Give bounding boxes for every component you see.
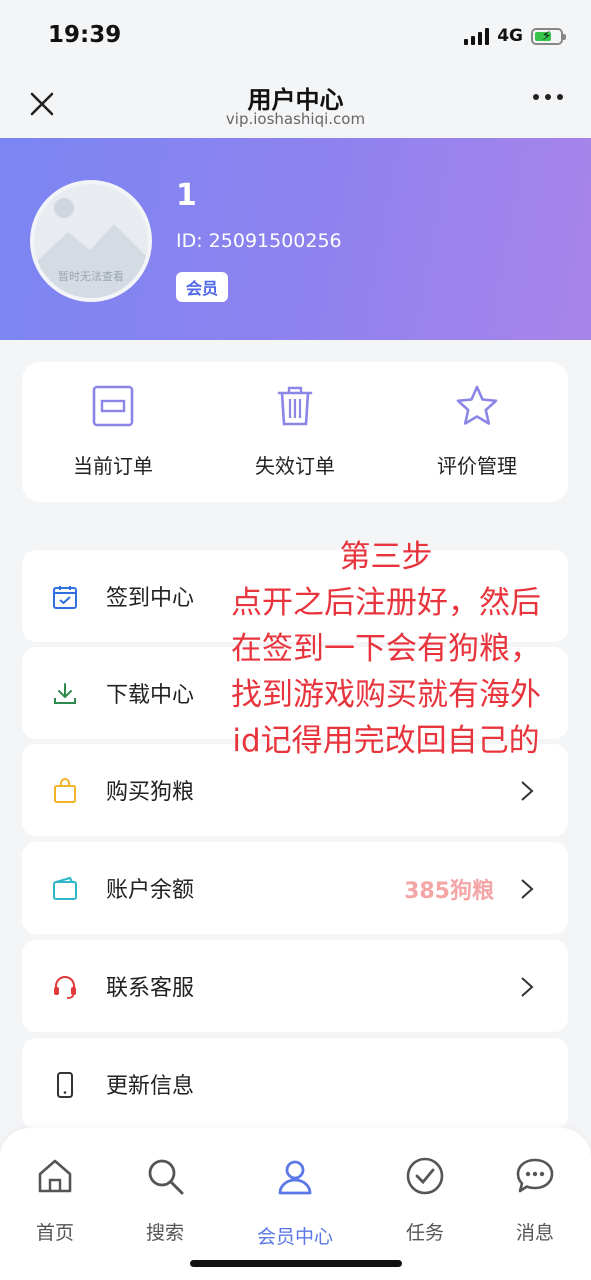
annotation-line: 点开之后注册好，然后 [231,585,541,621]
member-badge: 会员 [176,272,229,302]
tab-label: 首页 [35,1222,74,1244]
tab-label: 会员中心 [256,1226,333,1248]
star-icon [456,385,498,425]
bottom-tab-bar: 首页 搜索 会员中心 任务 消息 [0,1128,591,1280]
status-time: 19:39 [48,22,122,48]
calendar-icon [53,586,77,609]
tab-tasks[interactable]: 任务 [366,1128,484,1258]
tab-search[interactable]: 搜索 [106,1128,224,1258]
review-management-label: 评价管理 [437,454,517,478]
chat-icon [516,1158,554,1193]
tab-home[interactable]: 首页 [0,1128,114,1258]
review-management-button[interactable]: 评价管理 [386,362,568,502]
chevron-right-icon [521,977,534,997]
headset-icon [54,976,76,999]
tab-label: 搜索 [145,1222,184,1244]
tab-member-center[interactable]: 会员中心 [236,1128,354,1258]
menu-item-balance[interactable]: 账户余额 385狗粮 [22,842,568,934]
expired-orders-button[interactable]: 失效订单 [204,362,386,502]
menu-label: 下载中心 [106,683,195,708]
home-indicator [190,1260,402,1267]
user-icon [278,1160,312,1195]
order-icon [92,385,134,427]
trash-icon [277,386,313,426]
tab-label: 任务 [405,1222,444,1244]
orders-card: 当前订单 失效订单 评价管理 [22,362,568,502]
avatar[interactable]: 暂时无法查看 [30,180,152,302]
username: 1 [176,178,197,213]
tab-label: 消息 [515,1222,554,1244]
annotation-line: 第三步 [339,539,433,575]
check-circle-icon [406,1157,444,1195]
balance-value: 385狗粮 [404,879,494,904]
avatar-placeholder-text: 暂时无法查看 [58,270,124,283]
annotation-line: id记得用完改回自己的 [232,723,540,759]
user-id: ID: 25091500256 [176,230,342,252]
search-icon [148,1159,184,1195]
phone-icon [57,1072,73,1098]
more-icon[interactable] [533,94,563,100]
menu-label: 账户余额 [106,878,195,903]
chevron-right-icon [521,781,534,801]
menu-label: 购买狗粮 [106,780,195,805]
status-bar: 19:39 4G ⚡ [0,0,591,72]
home-icon [38,1159,72,1193]
network-type: 4G [497,26,523,46]
menu-item-update-info[interactable]: 更新信息 [22,1038,568,1130]
status-indicators: 4G ⚡ [464,26,566,46]
tab-messages[interactable]: 消息 [476,1128,591,1258]
chevron-right-icon [521,879,534,899]
page-url: vip.ioshashiqi.com [225,110,366,128]
menu-item-support[interactable]: 联系客服 [22,940,568,1032]
profile-banner: 暂时无法查看 1 ID: 25091500256 会员 [0,138,591,340]
annotation-line: 找到游戏购买就有海外 [231,677,541,713]
wallet-icon [53,876,77,900]
battery-icon: ⚡ [531,27,566,45]
expired-orders-label: 失效订单 [255,454,335,478]
menu-label: 更新信息 [106,1074,195,1099]
menu-label: 联系客服 [106,976,195,1001]
download-icon [54,683,76,704]
current-orders-label: 当前订单 [73,454,153,478]
menu-label: 签到中心 [106,586,195,611]
nav-header: 用户中心 vip.ioshashiqi.com [0,72,591,138]
annotation-line: 在签到一下会有狗粮， [231,631,541,667]
annotation-overlay: 第三步 点开之后注册好，然后 在签到一下会有狗粮， 找到游戏购买就有海外 id记… [186,534,586,764]
current-orders-button[interactable]: 当前订单 [22,362,204,502]
bag-icon [54,778,76,803]
signal-icon [464,27,490,45]
